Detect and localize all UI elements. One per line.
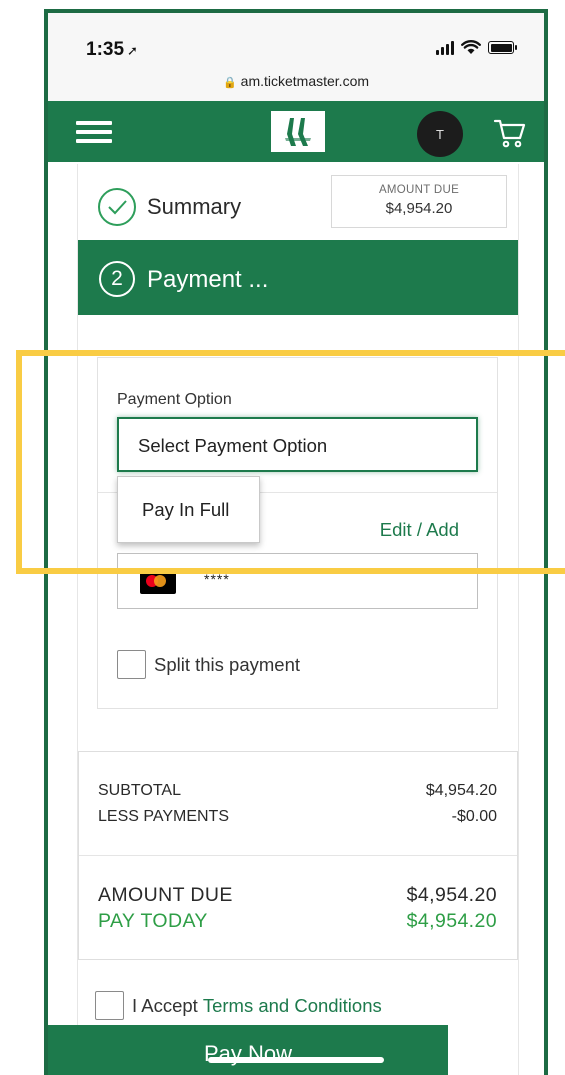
- summary-label: Summary: [147, 194, 242, 219]
- payment-option-label: Payment Option: [117, 391, 232, 408]
- hamburger-menu-icon[interactable]: [76, 121, 112, 143]
- battery-icon: [488, 41, 517, 54]
- amount-due-value: $4,954.20: [385, 200, 453, 217]
- less-payments-label: LESS PAYMENTS: [98, 808, 229, 825]
- totals-divider: [79, 855, 517, 856]
- team-logo[interactable]: [271, 111, 325, 152]
- status-time-text: 1:35: [86, 39, 125, 60]
- location-icon: ➚: [127, 43, 138, 58]
- pay-today-label: PAY TODAY: [98, 910, 208, 932]
- wifi-icon: [461, 40, 481, 54]
- checkout-card: Summary AMOUNT DUE $4,954.20 2 Payment .…: [77, 164, 519, 1075]
- status-bar: 1:35 ➚ 🔒 am.ticketmaster.com: [48, 13, 544, 101]
- team-logo-icon: [285, 117, 311, 146]
- cart-icon[interactable]: [493, 115, 527, 149]
- payment-panel: Payment Option Select Payment Option Pay…: [97, 357, 498, 709]
- accept-terms-row: I Accept Terms and Conditions: [95, 991, 382, 1020]
- phone-frame: 1:35 ➚ 🔒 am.ticketmaster.com T Summary A…: [44, 9, 548, 1075]
- url-text: am.ticketmaster.com: [240, 73, 370, 89]
- amount-due-box: AMOUNT DUE $4,954.20: [331, 175, 507, 228]
- saved-card-field[interactable]: ****: [117, 553, 478, 609]
- url-bar[interactable]: 🔒 am.ticketmaster.com: [48, 73, 544, 89]
- split-payment-checkbox[interactable]: [117, 650, 146, 679]
- cellular-signal-icon: [436, 40, 454, 55]
- split-payment-row: Split this payment: [117, 650, 300, 679]
- summary-step[interactable]: Summary AMOUNT DUE $4,954.20: [78, 164, 518, 240]
- less-payments-value: -$0.00: [451, 808, 497, 825]
- app-header: T: [48, 101, 544, 162]
- mastercard-icon: [140, 572, 176, 594]
- payment-step-title: Payment ...: [147, 266, 269, 293]
- avatar-initial: T: [436, 126, 444, 142]
- pay-today-row: PAY TODAY $4,954.20: [98, 910, 497, 933]
- dropdown-option-pay-in-full[interactable]: Pay In Full: [117, 476, 260, 543]
- split-payment-label: Split this payment: [154, 653, 301, 675]
- payment-step-header[interactable]: 2 Payment ...: [78, 240, 518, 315]
- step-number-badge: 2: [99, 261, 135, 297]
- subtotal-row: SUBTOTAL $4,954.20: [98, 782, 497, 800]
- accept-prefix: I Accept: [132, 994, 198, 1016]
- amount-due-label: AMOUNT DUE: [378, 184, 460, 196]
- subtotal-value: $4,954.20: [425, 782, 497, 799]
- terms-and-conditions-link[interactable]: Terms and Conditions: [203, 995, 382, 1017]
- lock-icon: 🔒: [222, 77, 237, 89]
- less-payments-row: LESS PAYMENTS -$0.00: [98, 808, 497, 826]
- avatar[interactable]: T: [417, 111, 463, 157]
- pay-today-value: $4,954.20: [406, 910, 497, 932]
- totals-amount-due-label: AMOUNT DUE: [98, 884, 233, 906]
- edit-add-link[interactable]: Edit / Add: [380, 519, 459, 541]
- status-icons: [436, 40, 517, 55]
- accept-terms-checkbox[interactable]: [95, 991, 124, 1020]
- subtotal-label: SUBTOTAL: [98, 782, 181, 799]
- payment-option-select[interactable]: Select Payment Option: [117, 417, 478, 472]
- order-totals: SUBTOTAL $4,954.20 LESS PAYMENTS -$0.00 …: [78, 751, 518, 960]
- home-indicator: [208, 1057, 384, 1063]
- status-time: 1:35 ➚: [86, 39, 138, 61]
- card-number-mask: ****: [204, 571, 230, 587]
- pay-now-button[interactable]: Pay Now: [48, 1025, 448, 1075]
- amount-due-row: AMOUNT DUE $4,954.20: [98, 884, 497, 907]
- totals-amount-due-value: $4,954.20: [406, 884, 497, 906]
- check-circle-icon: [98, 188, 136, 226]
